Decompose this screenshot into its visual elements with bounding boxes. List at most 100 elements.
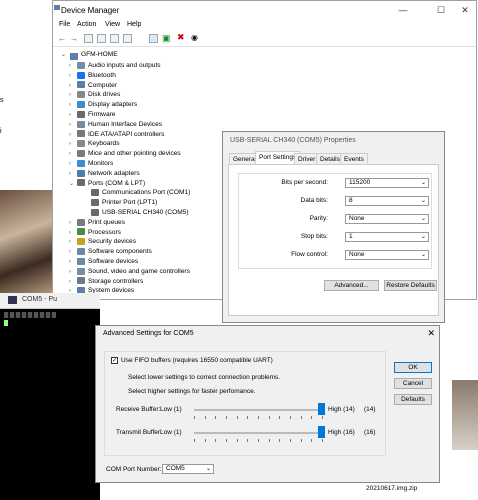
receive-low-label: Low (1) <box>160 406 182 413</box>
tree-item[interactable]: › Network adapters <box>69 169 140 179</box>
chevron-down-icon: ⌄ <box>420 234 426 240</box>
menu-help[interactable]: Help <box>127 21 141 28</box>
chevron-right-icon[interactable]: › <box>69 120 77 130</box>
forward-arrow-icon[interactable]: → <box>70 34 78 43</box>
parity-select[interactable]: None ⌄ <box>345 214 429 224</box>
minimize-icon[interactable]: — <box>396 3 410 17</box>
tree-item[interactable]: › Human Interface Devices <box>69 120 162 130</box>
tree-item[interactable]: › Keyboards <box>69 139 120 149</box>
tree-child-item[interactable]: Communications Port (COM1) <box>91 188 190 198</box>
tree-item-label: Communications Port (COM1) <box>102 189 191 197</box>
device-category-icon <box>77 61 85 69</box>
chevron-right-icon[interactable]: › <box>69 218 77 228</box>
tree-item[interactable]: › Monitors <box>69 159 113 169</box>
chevron-right-icon[interactable]: › <box>69 247 77 257</box>
chevron-right-icon[interactable]: › <box>69 228 77 238</box>
tree-item[interactable]: › Disk drives <box>69 90 120 100</box>
tree-item[interactable]: › Sound, video and game controllers <box>69 267 190 277</box>
tree-item[interactable]: › IDE ATA/ATAPI controllers <box>69 130 164 140</box>
tree-item[interactable]: › Firmware <box>69 110 115 120</box>
tree-item-label: Security devices <box>88 238 137 246</box>
restore-defaults-button[interactable]: Restore Defaults <box>384 280 437 291</box>
hint-text: Select higher settings for faster perfom… <box>128 388 256 395</box>
show-hidden-icon[interactable] <box>97 34 106 43</box>
tree-item[interactable]: › Computer <box>69 81 117 91</box>
tree-item-label: Audio inputs and outputs <box>88 62 161 69</box>
file-label[interactable]: 20210617.img.zip <box>366 485 417 492</box>
ok-button[interactable]: OK <box>394 362 432 373</box>
tree-item-label: Sound, video and game controllers <box>88 267 190 275</box>
device-category-icon <box>77 149 85 157</box>
parity-label: Parity: <box>309 215 328 222</box>
com-port-select[interactable]: COM5 ⌄ <box>162 464 214 474</box>
flow-control-select[interactable]: None ⌄ <box>345 250 429 260</box>
chevron-right-icon[interactable]: › <box>69 100 77 110</box>
close-icon[interactable]: ✕ <box>458 3 472 17</box>
tree-item[interactable]: › Software devices <box>69 257 138 267</box>
tree-item[interactable]: › Storage controllers <box>69 277 143 287</box>
chevron-down-icon[interactable]: ⌄ <box>61 51 66 58</box>
slider-tick <box>258 439 259 442</box>
cancel-button[interactable]: Cancel <box>394 378 432 389</box>
chevron-right-icon[interactable]: › <box>69 149 77 159</box>
receive-high-label: High (14) <box>328 406 355 413</box>
chevron-right-icon[interactable]: › <box>69 71 77 81</box>
slider-tick <box>322 439 323 442</box>
menu-file[interactable]: File <box>59 21 70 28</box>
chevron-right-icon[interactable]: › <box>69 277 77 287</box>
chevron-right-icon[interactable]: › <box>69 90 77 100</box>
tree-item[interactable]: › Bluetooth <box>69 71 116 81</box>
maximize-icon[interactable]: ☐ <box>434 3 448 17</box>
tree-item[interactable]: ⌄ Ports (COM & LPT) <box>69 179 145 189</box>
chevron-right-icon[interactable]: › <box>69 139 77 149</box>
tree-item[interactable]: › Processors <box>69 228 121 238</box>
chevron-right-icon[interactable]: › <box>69 237 77 247</box>
defaults-button[interactable]: Defaults <box>394 394 432 405</box>
transmit-slider-thumb[interactable] <box>318 426 325 438</box>
device-category-icon <box>77 130 85 138</box>
view-icon[interactable] <box>123 34 132 43</box>
tree-item[interactable]: › Audio inputs and outputs <box>69 61 161 71</box>
tree-item-label: Mice and other pointing devices <box>88 150 181 158</box>
terminal-window <box>0 293 100 500</box>
slider-tick <box>258 416 259 419</box>
chevron-right-icon[interactable]: › <box>69 61 77 71</box>
use-fifo-checkbox[interactable]: ✓ <box>111 357 118 364</box>
bits-per-second-select[interactable]: 115200 ⌄ <box>345 178 429 188</box>
chevron-right-icon[interactable]: › <box>69 81 77 91</box>
menu-view[interactable]: View <box>105 21 120 28</box>
data-bits-select[interactable]: 8 ⌄ <box>345 196 429 206</box>
tree-item[interactable]: › Security devices <box>69 237 136 247</box>
device-category-icon <box>77 120 85 128</box>
chevron-right-icon[interactable]: › <box>69 257 77 267</box>
update-driver-icon[interactable]: ▣ <box>162 33 171 44</box>
chevron-right-icon[interactable]: › <box>69 169 77 179</box>
tree-item[interactable]: › Software components <box>69 247 152 257</box>
tree-item-label: Keyboards <box>88 140 120 148</box>
tree-item[interactable]: › Print queues <box>69 218 125 228</box>
device-category-icon <box>77 91 85 99</box>
chevron-right-icon[interactable]: › <box>69 110 77 120</box>
slider-tick <box>215 439 217 442</box>
receive-slider-thumb[interactable] <box>318 403 325 415</box>
tree-root[interactable]: GFM-HOME <box>81 51 118 58</box>
tree-item[interactable]: › Mice and other pointing devices <box>69 149 181 159</box>
close-icon[interactable]: ✕ <box>427 328 435 339</box>
chevron-right-icon[interactable]: › <box>69 159 77 169</box>
chevron-right-icon[interactable]: › <box>69 267 77 277</box>
properties-icon[interactable] <box>84 34 93 43</box>
uninstall-icon[interactable]: ✖ <box>177 32 185 43</box>
advanced-button[interactable]: Advanced... <box>324 280 379 291</box>
chevron-down-icon[interactable]: ⌄ <box>69 179 77 189</box>
help-icon[interactable] <box>110 34 119 43</box>
stop-bits-select[interactable]: 1 ⌄ <box>345 232 429 242</box>
back-arrow-icon[interactable]: ← <box>58 34 66 43</box>
app-icon <box>53 4 61 12</box>
tree-item[interactable]: › Display adapters <box>69 100 137 110</box>
menu-action[interactable]: Action <box>77 21 96 28</box>
tree-child-item[interactable]: Printer Port (LPT1) <box>91 198 157 208</box>
tree-child-item[interactable]: USB-SERIAL CH340 (COM5) <box>91 208 189 218</box>
chevron-right-icon[interactable]: › <box>69 130 77 140</box>
scan-icon[interactable] <box>149 34 158 43</box>
disable-icon[interactable]: ◉ <box>191 33 198 42</box>
